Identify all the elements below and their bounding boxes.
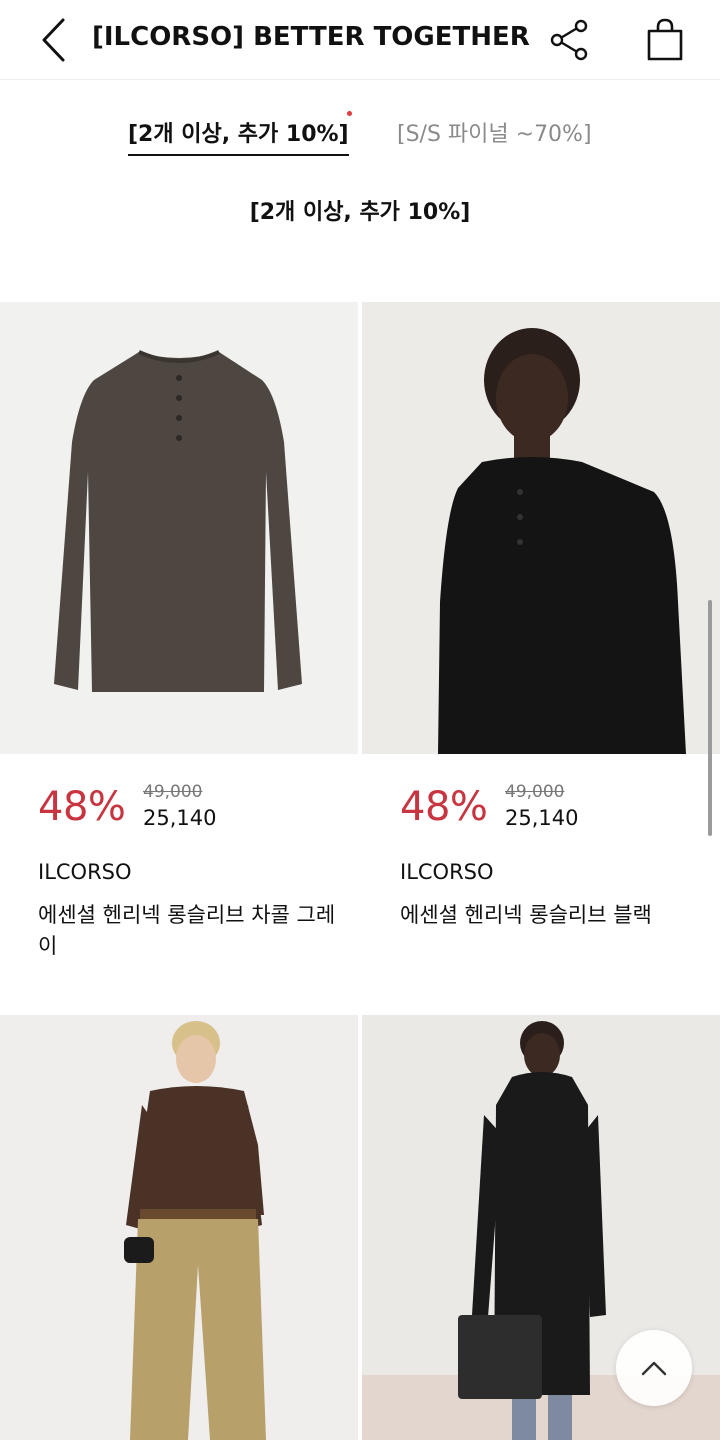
section-title: [2개 이상, 추가 10%] <box>249 200 471 225</box>
scrollbar[interactable] <box>708 600 712 836</box>
product-card[interactable] <box>0 1015 358 1440</box>
discount-rate: 48% <box>38 784 126 830</box>
shopping-bag-icon <box>647 18 683 61</box>
discount-rate: 48% <box>400 784 488 830</box>
promotion-tabs: [2개 이상, 추가 10%] [S/S 파이널 ~70%] <box>0 100 720 170</box>
product-name[interactable]: 에센셜 헨리넥 롱슬리브 블랙 <box>400 900 700 931</box>
tab-ss-final-sale[interactable]: [S/S 파이널 ~70%] <box>397 116 592 148</box>
new-indicator-dot <box>347 111 352 116</box>
product-card[interactable]: 48% 49,000 25,140 ILCORSO 에센셜 헨리넥 롱슬리브 차… <box>0 302 358 982</box>
page-title: [ILCORSO] BETTER TOGETHER <box>92 22 530 52</box>
model-photo-illustration <box>362 302 720 754</box>
product-card[interactable]: 48% 49,000 25,140 ILCORSO 에센셜 헨리넥 롱슬리브 블… <box>362 302 720 982</box>
share-icon <box>550 19 588 61</box>
back-button[interactable] <box>30 16 78 64</box>
cart-button[interactable] <box>640 14 690 64</box>
product-image[interactable] <box>362 302 720 754</box>
brand-name: ILCORSO <box>38 860 132 884</box>
header-bar: [ILCORSO] BETTER TOGETHER <box>0 0 720 80</box>
sale-price: 25,140 <box>505 806 579 830</box>
model-photo-illustration <box>0 1015 358 1440</box>
brand-name: ILCORSO <box>400 860 494 884</box>
share-button[interactable] <box>545 16 593 64</box>
original-price: 49,000 <box>505 782 565 802</box>
scroll-to-top-button[interactable] <box>616 1330 692 1406</box>
chevron-up-icon <box>641 1361 667 1376</box>
sale-price: 25,140 <box>143 806 217 830</box>
chevron-left-icon <box>42 18 65 62</box>
original-price: 49,000 <box>143 782 203 802</box>
product-name[interactable]: 에센셜 헨리넥 롱슬리브 차콜 그레이 <box>38 900 338 962</box>
product-image[interactable] <box>0 1015 358 1440</box>
henley-shirt-illustration <box>54 350 302 692</box>
tab-bundle-discount[interactable]: [2개 이상, 추가 10%] <box>128 116 349 156</box>
product-image[interactable] <box>0 302 358 754</box>
